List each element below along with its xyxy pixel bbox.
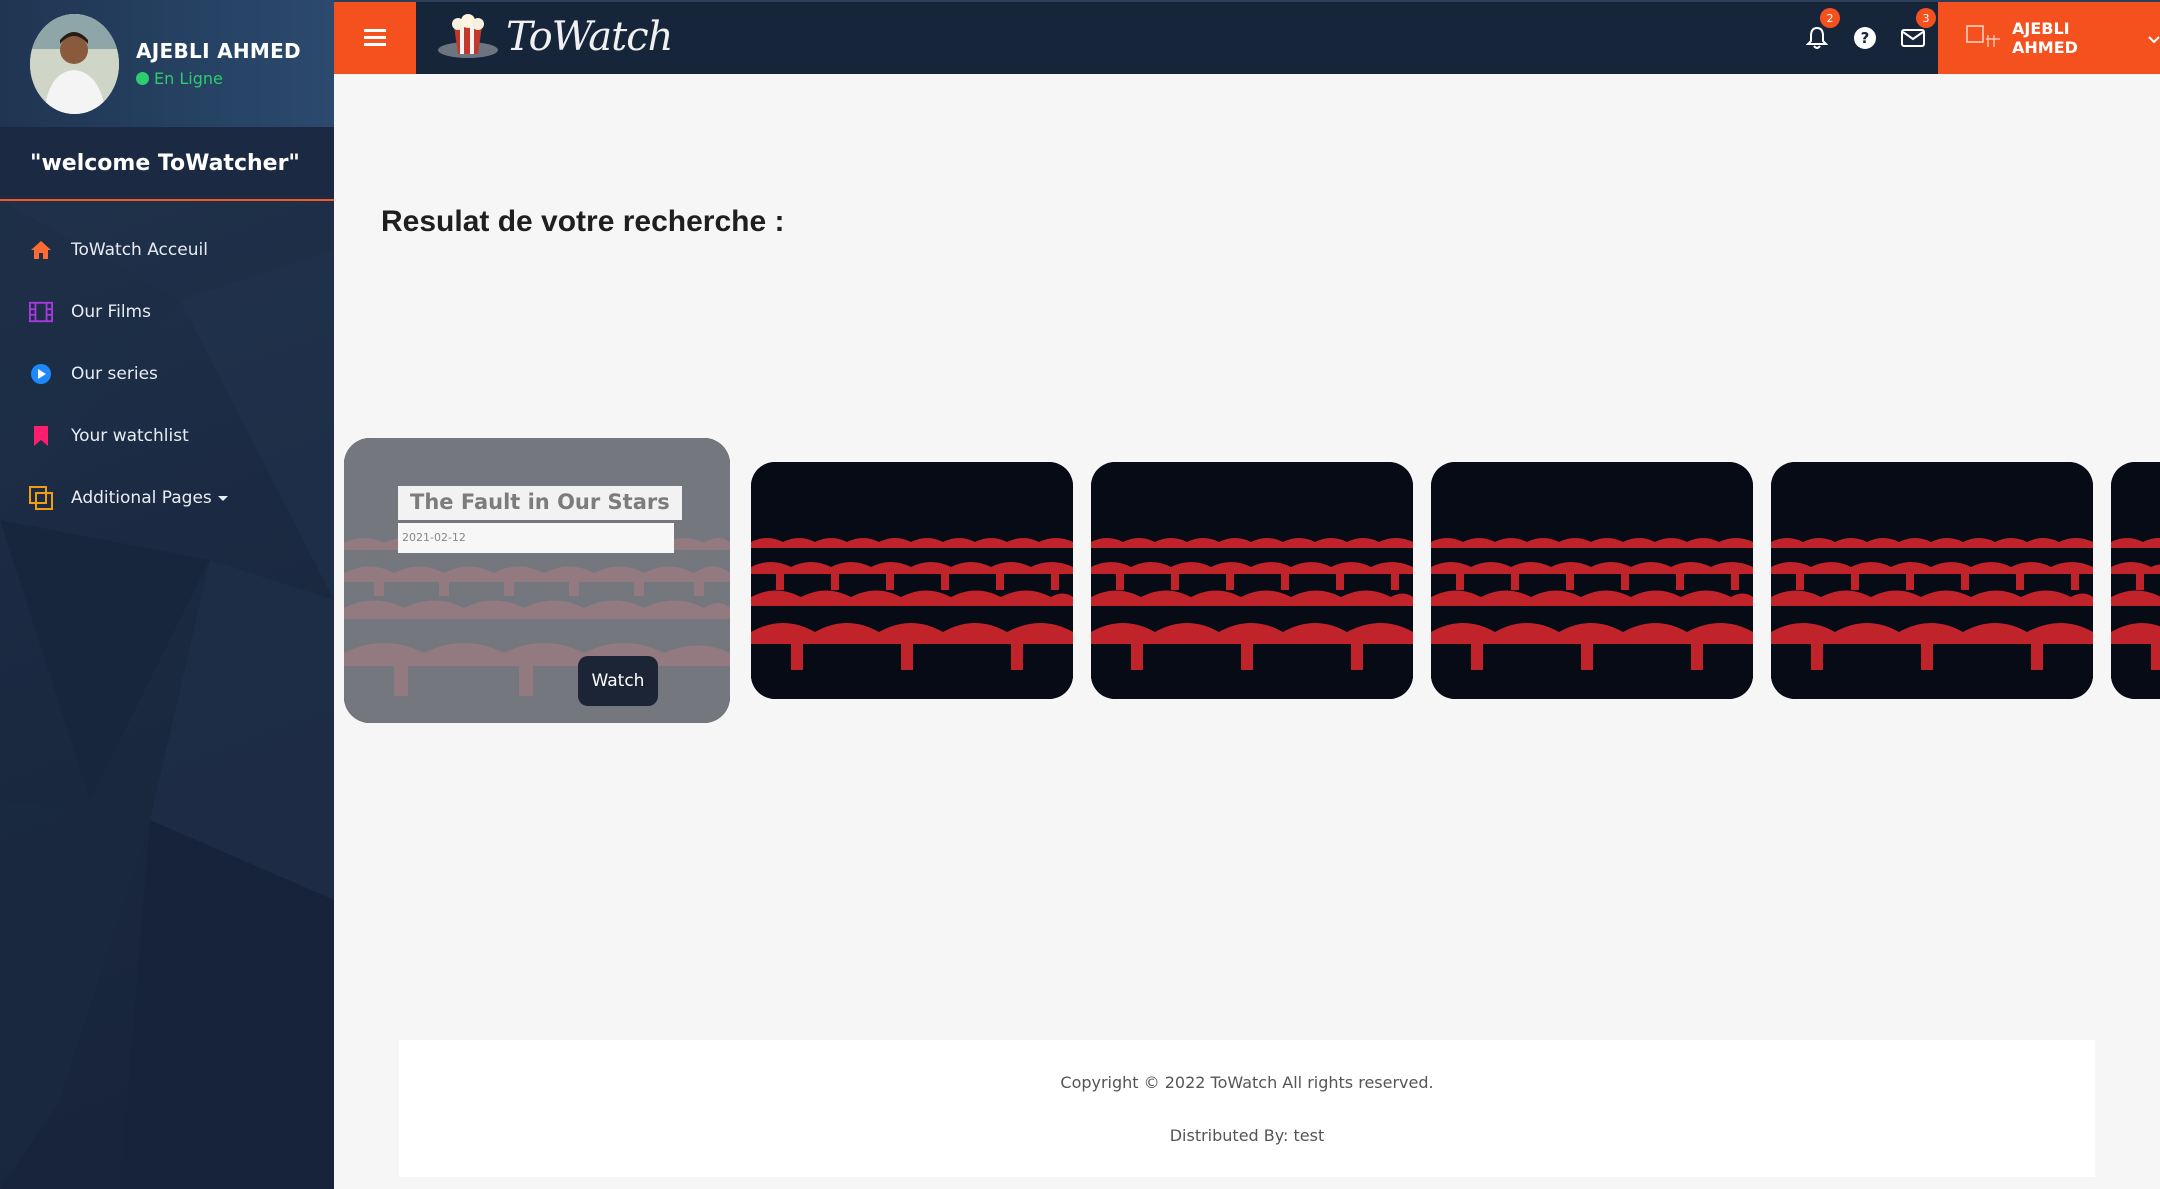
movie-card[interactable] [1091, 462, 1413, 699]
cinema-seats-image [1431, 462, 1753, 699]
envelope-icon [1901, 29, 1925, 47]
play-circle-icon [29, 362, 53, 386]
sidebar-item-watchlist[interactable]: Your watchlist [0, 405, 334, 467]
cinema-seats-image [2111, 462, 2160, 699]
caret-down-icon [217, 495, 228, 501]
profile-header: AJEBLI AHMED En Ligne [0, 0, 334, 127]
film-icon [29, 300, 53, 324]
user-dropdown-label: AJEBLI AHMED [2012, 19, 2078, 57]
hamburger-icon [364, 29, 386, 46]
sidebar-item-label: Your watchlist [71, 426, 189, 446]
messages-button[interactable]: 3 [1898, 8, 1936, 53]
status-label: En Ligne [154, 69, 223, 88]
help-icon: ? [1854, 27, 1876, 49]
sidebar: AJEBLI AHMED En Ligne "welcome ToWatcher… [0, 0, 334, 1189]
broken-image-icon [1966, 25, 2002, 51]
movie-card[interactable]: The Fault in Our Stars 2021-02-12 Watch [344, 438, 730, 723]
status-dot-icon [136, 72, 149, 85]
movie-card[interactable] [751, 462, 1073, 699]
movie-card[interactable] [2111, 462, 2160, 699]
notifications-button[interactable]: 2 [1802, 8, 1840, 53]
card-overlay [344, 438, 730, 723]
home-icon [29, 238, 53, 262]
pages-icon [29, 486, 53, 510]
notifications-badge: 2 [1820, 8, 1840, 28]
user-dropdown[interactable]: AJEBLI AHMED [1938, 2, 2160, 74]
copyright-text: Copyright © 2022 ToWatch All rights rese… [1060, 1073, 1434, 1092]
help-button[interactable]: ? [1850, 23, 1880, 53]
page-title: Resulat de votre recherche : [381, 205, 785, 238]
movie-card[interactable] [1771, 462, 2093, 699]
cinema-seats-image [1771, 462, 2093, 699]
cinema-seats-image [751, 462, 1073, 699]
cinema-seats-image [1091, 462, 1413, 699]
sidebar-item-label: Our series [71, 364, 158, 384]
avatar[interactable] [30, 13, 119, 114]
welcome-message: "welcome ToWatcher" [0, 127, 334, 201]
bell-icon [1806, 26, 1828, 49]
sidebar-item-label: ToWatch Acceuil [71, 240, 208, 260]
bookmark-icon [29, 424, 53, 448]
logo-text: ToWatch [506, 14, 673, 60]
topbar: ToWatch 2 ? 3 AJEBLI AHMED [334, 0, 2160, 74]
movie-title: The Fault in Our Stars [398, 486, 682, 520]
chevron-down-icon [2148, 29, 2160, 48]
popcorn-logo-icon [438, 14, 498, 58]
sidebar-item-additional-pages[interactable]: Additional Pages [0, 467, 334, 529]
sidebar-item-label: Additional Pages [71, 488, 212, 508]
profile-name: AJEBLI AHMED [136, 39, 301, 63]
menu-toggle-button[interactable] [334, 2, 416, 74]
footer: Copyright © 2022 ToWatch All rights rese… [399, 1040, 2095, 1177]
sidebar-item-label: Our Films [71, 302, 151, 322]
sidebar-item-films[interactable]: Our Films [0, 281, 334, 343]
watch-button[interactable]: Watch [578, 656, 658, 706]
online-status: En Ligne [136, 69, 301, 88]
logo[interactable]: ToWatch [436, 12, 673, 62]
movie-date: 2021-02-12 [398, 523, 674, 553]
sidebar-item-series[interactable]: Our series [0, 343, 334, 405]
topbar-actions: 2 ? 3 [1784, 2, 1936, 74]
sidebar-nav: ToWatch Acceuil Our Films Our series You… [0, 219, 334, 529]
movie-card[interactable] [1431, 462, 1753, 699]
distributed-by-text: Distributed By: test [1169, 1126, 1325, 1145]
svg-text:?: ? [1861, 29, 1870, 47]
messages-badge: 3 [1916, 8, 1936, 28]
sidebar-item-home[interactable]: ToWatch Acceuil [0, 219, 334, 281]
